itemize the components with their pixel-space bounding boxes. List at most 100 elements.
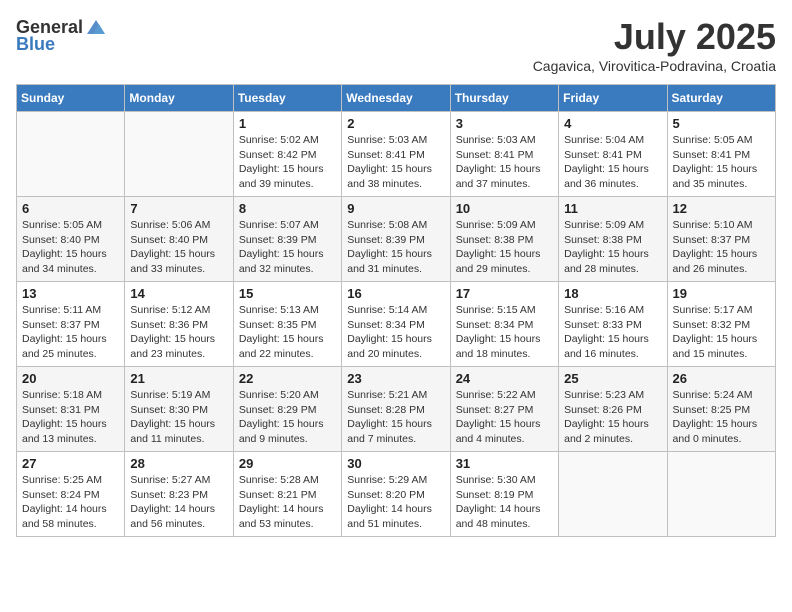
calendar-cell: 16 Sunrise: 5:14 AMSunset: 8:34 PMDayligh…	[342, 282, 450, 367]
week-row-1: 1Sunrise: 5:02 AMSunset: 8:42 PMDaylight…	[17, 112, 776, 197]
day-info: Sunrise: 5:19 AMSunset: 8:30 PMDaylight:…	[130, 388, 227, 447]
day-info: Sunrise: 5:23 AMSunset: 8:26 PMDaylight:…	[564, 388, 661, 447]
calendar-cell: 11Sunrise: 5:09 AMSunset: 8:38 PMDayligh…	[559, 197, 667, 282]
day-number: 9	[347, 201, 444, 216]
day-info: Sunrise: 5:11 AMSunset: 8:37 PMDaylight:…	[22, 303, 119, 362]
calendar-cell: 27 Sunrise: 5:25 AMSunset: 8:24 PMDayligh…	[17, 452, 125, 537]
page-header: General Blue July 2025 Cagavica, Virovit…	[16, 16, 776, 74]
logo-icon	[85, 16, 107, 38]
day-number: 30	[347, 456, 444, 471]
calendar-table: SundayMondayTuesdayWednesdayThursdayFrid…	[16, 84, 776, 537]
day-info: Sunrise: 5:20 AMSunset: 8:29 PMDaylight:…	[239, 388, 336, 447]
calendar-cell: 14 Sunrise: 5:12 AMSunset: 8:36 PMDayligh…	[125, 282, 233, 367]
day-number: 8	[239, 201, 336, 216]
day-info: Sunrise: 5:24 AMSunset: 8:25 PMDaylight:…	[673, 388, 770, 447]
title-block: July 2025 Cagavica, Virovitica-Podravina…	[533, 16, 776, 74]
day-info: Sunrise: 5:09 AMSunset: 8:38 PMDaylight:…	[456, 218, 553, 277]
calendar-cell: 12Sunrise: 5:10 AMSunset: 8:37 PMDayligh…	[667, 197, 775, 282]
logo: General Blue	[16, 16, 107, 55]
day-info: Sunrise: 5:07 AMSunset: 8:39 PMDaylight:…	[239, 218, 336, 277]
calendar-header-row: SundayMondayTuesdayWednesdayThursdayFrid…	[17, 85, 776, 112]
calendar-cell: 23Sunrise: 5:21 AMSunset: 8:28 PMDayligh…	[342, 367, 450, 452]
calendar-cell: 17 Sunrise: 5:15 AMSunset: 8:34 PMDayligh…	[450, 282, 558, 367]
calendar-cell: 7 Sunrise: 5:06 AMSunset: 8:40 PMDaylight…	[125, 197, 233, 282]
day-info: Sunrise: 5:04 AMSunset: 8:41 PMDaylight:…	[564, 133, 661, 192]
day-number: 3	[456, 116, 553, 131]
day-info: Sunrise: 5:29 AMSunset: 8:20 PMDaylight:…	[347, 473, 444, 532]
day-number: 22	[239, 371, 336, 386]
day-number: 5	[673, 116, 770, 131]
week-row-3: 13 Sunrise: 5:11 AMSunset: 8:37 PMDayligh…	[17, 282, 776, 367]
calendar-cell: 21 Sunrise: 5:19 AMSunset: 8:30 PMDayligh…	[125, 367, 233, 452]
day-number: 16	[347, 286, 444, 301]
day-info: Sunrise: 5:14 AMSunset: 8:34 PMDaylight:…	[347, 303, 444, 362]
calendar-cell: 30 Sunrise: 5:29 AMSunset: 8:20 PMDayligh…	[342, 452, 450, 537]
col-header-saturday: Saturday	[667, 85, 775, 112]
col-header-tuesday: Tuesday	[233, 85, 341, 112]
day-info: Sunrise: 5:27 AMSunset: 8:23 PMDaylight:…	[130, 473, 227, 532]
day-number: 27	[22, 456, 119, 471]
day-number: 15	[239, 286, 336, 301]
day-info: Sunrise: 5:05 AMSunset: 8:40 PMDaylight:…	[22, 218, 119, 277]
calendar-cell: 22 Sunrise: 5:20 AMSunset: 8:29 PMDayligh…	[233, 367, 341, 452]
calendar-cell: 1Sunrise: 5:02 AMSunset: 8:42 PMDaylight…	[233, 112, 341, 197]
day-number: 31	[456, 456, 553, 471]
calendar-cell: 3Sunrise: 5:03 AMSunset: 8:41 PMDaylight…	[450, 112, 558, 197]
day-number: 24	[456, 371, 553, 386]
day-number: 11	[564, 201, 661, 216]
day-number: 21	[130, 371, 227, 386]
day-number: 6	[22, 201, 119, 216]
day-number: 10	[456, 201, 553, 216]
day-info: Sunrise: 5:05 AMSunset: 8:41 PMDaylight:…	[673, 133, 770, 192]
day-number: 20	[22, 371, 119, 386]
day-info: Sunrise: 5:18 AMSunset: 8:31 PMDaylight:…	[22, 388, 119, 447]
day-number: 13	[22, 286, 119, 301]
day-number: 12	[673, 201, 770, 216]
day-info: Sunrise: 5:06 AMSunset: 8:40 PMDaylight:…	[130, 218, 227, 277]
calendar-cell: 15 Sunrise: 5:13 AMSunset: 8:35 PMDayligh…	[233, 282, 341, 367]
calendar-cell: 28 Sunrise: 5:27 AMSunset: 8:23 PMDayligh…	[125, 452, 233, 537]
day-info: Sunrise: 5:03 AMSunset: 8:41 PMDaylight:…	[347, 133, 444, 192]
col-header-monday: Monday	[125, 85, 233, 112]
location-title: Cagavica, Virovitica-Podravina, Croatia	[533, 58, 776, 74]
week-row-2: 6 Sunrise: 5:05 AMSunset: 8:40 PMDaylight…	[17, 197, 776, 282]
day-info: Sunrise: 5:15 AMSunset: 8:34 PMDaylight:…	[456, 303, 553, 362]
calendar-cell	[559, 452, 667, 537]
col-header-sunday: Sunday	[17, 85, 125, 112]
calendar-cell: 31 Sunrise: 5:30 AMSunset: 8:19 PMDayligh…	[450, 452, 558, 537]
day-number: 29	[239, 456, 336, 471]
logo-blue-text: Blue	[16, 34, 55, 55]
day-info: Sunrise: 5:21 AMSunset: 8:28 PMDaylight:…	[347, 388, 444, 447]
week-row-4: 20 Sunrise: 5:18 AMSunset: 8:31 PMDayligh…	[17, 367, 776, 452]
calendar-cell	[17, 112, 125, 197]
day-info: Sunrise: 5:28 AMSunset: 8:21 PMDaylight:…	[239, 473, 336, 532]
day-info: Sunrise: 5:17 AMSunset: 8:32 PMDaylight:…	[673, 303, 770, 362]
calendar-cell: 29 Sunrise: 5:28 AMSunset: 8:21 PMDayligh…	[233, 452, 341, 537]
calendar-cell: 8 Sunrise: 5:07 AMSunset: 8:39 PMDaylight…	[233, 197, 341, 282]
day-info: Sunrise: 5:16 AMSunset: 8:33 PMDaylight:…	[564, 303, 661, 362]
day-number: 18	[564, 286, 661, 301]
calendar-cell: 20 Sunrise: 5:18 AMSunset: 8:31 PMDayligh…	[17, 367, 125, 452]
day-number: 28	[130, 456, 227, 471]
calendar-cell: 9 Sunrise: 5:08 AMSunset: 8:39 PMDaylight…	[342, 197, 450, 282]
day-info: Sunrise: 5:12 AMSunset: 8:36 PMDaylight:…	[130, 303, 227, 362]
day-info: Sunrise: 5:30 AMSunset: 8:19 PMDaylight:…	[456, 473, 553, 532]
day-number: 14	[130, 286, 227, 301]
calendar-cell	[125, 112, 233, 197]
day-number: 17	[456, 286, 553, 301]
day-info: Sunrise: 5:13 AMSunset: 8:35 PMDaylight:…	[239, 303, 336, 362]
day-number: 7	[130, 201, 227, 216]
week-row-5: 27 Sunrise: 5:25 AMSunset: 8:24 PMDayligh…	[17, 452, 776, 537]
calendar-cell: 2 Sunrise: 5:03 AMSunset: 8:41 PMDaylight…	[342, 112, 450, 197]
day-info: Sunrise: 5:08 AMSunset: 8:39 PMDaylight:…	[347, 218, 444, 277]
calendar-cell: 24Sunrise: 5:22 AMSunset: 8:27 PMDayligh…	[450, 367, 558, 452]
calendar-cell: 19 Sunrise: 5:17 AMSunset: 8:32 PMDayligh…	[667, 282, 775, 367]
day-info: Sunrise: 5:25 AMSunset: 8:24 PMDaylight:…	[22, 473, 119, 532]
calendar-cell	[667, 452, 775, 537]
day-number: 4	[564, 116, 661, 131]
col-header-thursday: Thursday	[450, 85, 558, 112]
day-number: 2	[347, 116, 444, 131]
calendar-cell: 26Sunrise: 5:24 AMSunset: 8:25 PMDayligh…	[667, 367, 775, 452]
day-number: 19	[673, 286, 770, 301]
day-number: 25	[564, 371, 661, 386]
